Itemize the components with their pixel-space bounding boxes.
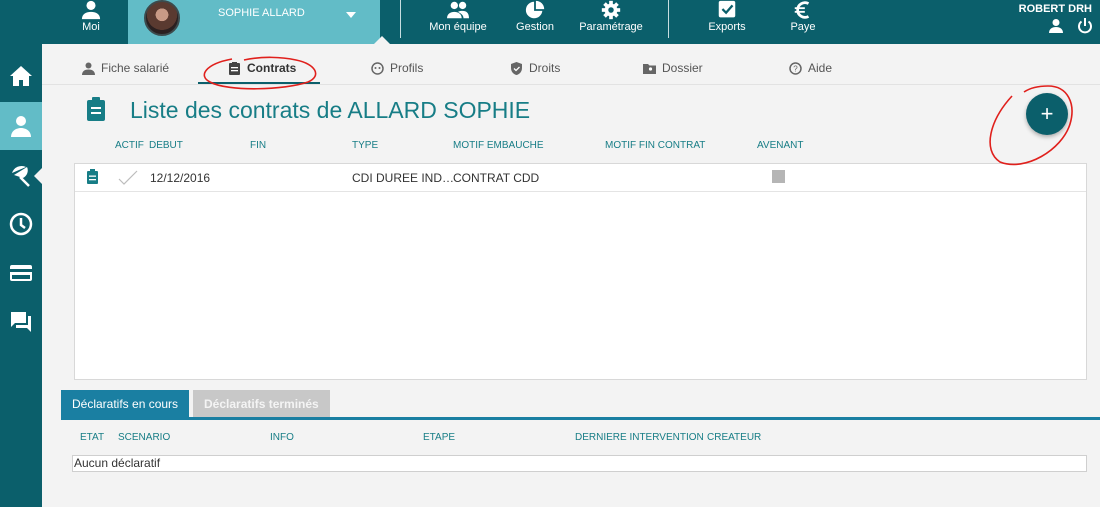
nav-label: Paye — [790, 21, 816, 33]
moi-label: Moi — [82, 21, 100, 33]
column-header-actif: ACTIF — [115, 140, 144, 151]
nav-paye[interactable]: Paye — [786, 0, 820, 44]
column-header-debut: DEBUT — [149, 140, 183, 151]
tab-label: Contrats — [247, 61, 297, 75]
credit-card-icon — [10, 265, 32, 281]
folder-icon — [643, 63, 656, 74]
gear-icon — [601, 0, 621, 20]
help-icon: ? — [789, 61, 802, 75]
employee-tabs: Fiche salarié Contrats Profils Droits Do… — [42, 52, 1100, 84]
svg-text:?: ? — [793, 64, 798, 73]
tabs-underline — [61, 417, 1100, 420]
nav-exports[interactable]: Exports — [706, 0, 748, 44]
nav-mon-equipe[interactable]: Mon équipe — [428, 0, 488, 44]
column-header-motif-embauche: MOTIF EMBAUCHE — [453, 140, 544, 151]
team-icon — [447, 1, 469, 19]
sidebar-item-beach[interactable] — [0, 152, 42, 200]
person-icon — [81, 0, 101, 20]
cell-type: CDI DUREE IND… — [352, 171, 455, 185]
tab-fiche-salarie[interactable]: Fiche salarié — [82, 52, 169, 84]
column-header-etat: ETAT — [80, 432, 105, 443]
nav-label: Paramétrage — [579, 21, 643, 33]
check-icon — [118, 170, 138, 185]
table-row[interactable]: 12/12/2016 CDI DUREE IND… CONTRAT CDD — [75, 164, 1086, 192]
home-icon — [10, 66, 32, 86]
empty-declaratifs-message: Aucun déclaratif — [72, 455, 1087, 472]
person-icon — [82, 62, 95, 75]
cell-motif-embauche: CONTRAT CDD — [453, 171, 540, 185]
chevron-down-icon[interactable] — [346, 12, 356, 18]
tab-droits[interactable]: Droits — [510, 52, 560, 84]
sidebar-item-messages[interactable] — [0, 298, 42, 346]
nav-parametrage[interactable]: Paramétrage — [579, 0, 643, 44]
divider — [400, 0, 401, 38]
column-header-derniere-intervention: DERNIERE INTERVENTION — [575, 432, 704, 443]
tab-contrats[interactable]: Contrats — [228, 52, 296, 84]
panel-notch — [374, 36, 390, 44]
column-header-fin: FIN — [250, 140, 267, 151]
tab-label: Aide — [808, 61, 833, 75]
checkbox-icon — [718, 0, 736, 18]
column-header-motif-fin-contrat: MOTIF FIN CONTRAT — [605, 140, 706, 151]
sidebar-item-time[interactable] — [0, 200, 42, 248]
column-header-type: TYPE — [352, 140, 379, 151]
tab-profils[interactable]: Profils — [371, 52, 423, 84]
nav-gestion[interactable]: Gestion — [513, 0, 557, 44]
sidebar-item-home[interactable] — [0, 52, 42, 100]
shield-icon — [511, 61, 522, 75]
sidebar — [0, 44, 42, 507]
tab-label: Dossier — [662, 61, 703, 75]
power-icon[interactable] — [1077, 18, 1093, 34]
chat-icon — [11, 312, 31, 332]
sidebar-item-employee[interactable] — [0, 102, 42, 150]
clipboard-icon — [87, 97, 105, 121]
column-header-scenario: SCENARIO — [118, 432, 171, 443]
tab-declaratifs-en-cours[interactable]: Déclaratifs en cours — [61, 390, 190, 417]
tab-declaratifs-termines[interactable]: Déclaratifs terminés — [193, 390, 330, 417]
face-icon — [371, 61, 384, 75]
column-header-info: INFO — [270, 432, 294, 443]
cell-debut: 12/12/2016 — [150, 171, 211, 185]
clipboard-icon — [229, 61, 240, 75]
divider — [668, 0, 669, 38]
tabs-divider — [42, 84, 1100, 85]
nav-label: Gestion — [516, 21, 554, 33]
page-title: Liste des contrats de ALLARD SOPHIE — [130, 97, 531, 123]
tab-dossier[interactable]: Dossier — [643, 52, 703, 84]
current-user-name: ROBERT DRH — [1018, 3, 1092, 15]
contracts-table: 12/12/2016 CDI DUREE IND… CONTRAT CDD — [74, 163, 1087, 380]
beach-umbrella-icon — [12, 165, 30, 187]
pie-chart-icon — [525, 0, 545, 19]
avenant-checkbox[interactable] — [772, 170, 785, 183]
top-bar: Moi SOPHIE ALLARD Mon équipe Gestion Par… — [0, 0, 1100, 44]
sidebar-item-payment[interactable] — [0, 249, 42, 297]
clock-icon — [9, 212, 33, 236]
moi-button[interactable]: Moi — [72, 0, 110, 44]
nav-label: Mon équipe — [429, 21, 487, 33]
tab-aide[interactable]: ? Aide — [789, 52, 832, 84]
column-header-etape: ETAPE — [423, 432, 456, 443]
column-header-createur: CREATEUR — [707, 432, 762, 443]
tab-label: Droits — [529, 61, 561, 75]
tab-label: Fiche salarié — [101, 61, 170, 75]
user-selector[interactable]: SOPHIE ALLARD — [128, 0, 390, 44]
add-contract-button[interactable]: + — [1026, 93, 1068, 135]
tab-label: Profils — [390, 61, 424, 75]
column-header-avenant: AVENANT — [757, 140, 804, 151]
euro-icon — [794, 1, 810, 19]
user-icon[interactable] — [1048, 18, 1064, 34]
clipboard-icon[interactable] — [86, 169, 99, 184]
user-name: SOPHIE ALLARD — [218, 7, 305, 19]
person-icon — [11, 116, 31, 137]
nav-label: Exports — [708, 21, 746, 33]
avatar — [144, 0, 180, 36]
